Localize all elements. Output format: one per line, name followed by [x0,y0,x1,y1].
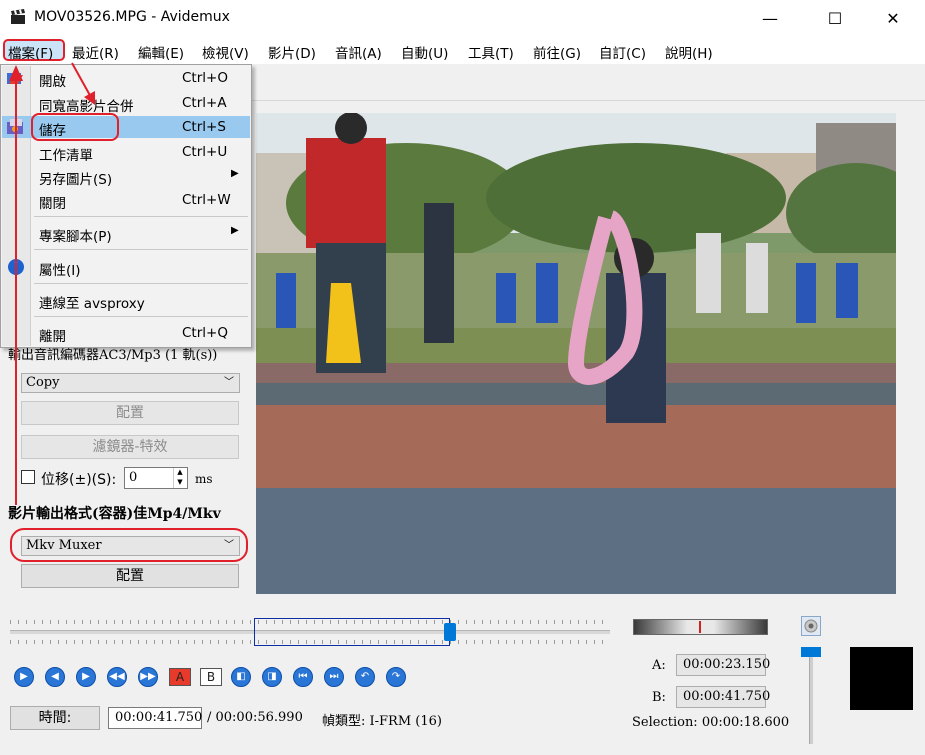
menu-bar: 檔案(F) 最近(R) 編輯(E) 檢視(V) 影片(D) 音訊(A) 自動(U… [0,38,925,64]
menu-auto[interactable]: 自動(U) [401,42,448,62]
menu-view[interactable]: 檢視(V) [202,42,249,62]
shift-unit: ms [195,472,213,486]
marker-b-label: B: [652,690,666,705]
container-value: Mkv Muxer [26,538,102,553]
back-60-icon[interactable]: ↶ [355,667,375,687]
spin-up-icon[interactable]: ▲ [173,468,186,478]
goto-marker-a-icon[interactable]: ◧ [231,667,251,687]
video-frame-image [256,113,896,594]
submenu-arrow-icon: ▶ [231,225,239,236]
spin-down-icon[interactable]: ▼ [173,478,186,488]
play-icon[interactable]: ▶ [14,667,34,687]
menu-go[interactable]: 前往(G) [533,42,581,62]
menu-help[interactable]: 說明(H) [665,42,713,62]
speaker-icon[interactable] [801,616,821,636]
marker-b-field[interactable]: 00:00:41.750 [676,686,770,708]
shift-value: 0 [129,470,138,485]
time-button[interactable]: 時間: [10,706,100,730]
current-time-field[interactable]: 00:00:41.750 [108,707,202,729]
volume-track[interactable] [809,648,813,744]
menu-item-shortcut: Ctrl+Q [182,325,228,341]
selection-duration: Selection: 00:00:18.600 [632,715,790,730]
chevron-down-icon: ﹀ [224,377,234,388]
menu-edit[interactable]: 編輯(E) [138,42,184,62]
title-bar: MOV03526.MPG - Avidemux — ☐ ✕ [0,0,925,38]
menu-item-shortcut: Ctrl+O [182,70,228,86]
jog-indicator [699,621,701,633]
menu-video[interactable]: 影片(D) [268,42,316,62]
jog-shuttle[interactable] [633,619,768,635]
menu-item-shortcut: Ctrl+W [182,192,231,208]
menu-item-shortcut: Ctrl+S [182,119,226,135]
minimize-button[interactable]: — [747,0,793,38]
forward-60-icon[interactable]: ↷ [386,667,406,687]
next-frame-icon[interactable]: ▶ [76,667,96,687]
set-marker-b-icon[interactable]: B [200,668,222,686]
marker-a-label: A: [652,658,666,673]
goto-marker-b-icon[interactable]: ◨ [262,667,282,687]
close-button[interactable]: ✕ [870,0,916,38]
chevron-down-icon: ﹀ [224,540,234,551]
clapperboard-icon [11,9,25,24]
submenu-arrow-icon: ▶ [231,168,239,179]
menu-audio[interactable]: 音訊(A) [335,42,382,62]
set-marker-a-icon[interactable]: A [169,668,191,686]
window-title: MOV03526.MPG - Avidemux [34,9,230,25]
previous-keyframe-icon[interactable]: ◀◀ [107,667,127,687]
container-select[interactable]: Mkv Muxer ﹀ [21,536,240,556]
audio-meter [850,647,913,710]
maximize-button[interactable]: ☐ [812,0,858,38]
goto-start-icon[interactable]: ⏮ [293,667,313,687]
selection-range [253,618,450,646]
previous-frame-icon[interactable]: ◀ [45,667,65,687]
volume-slider[interactable] [801,647,821,657]
goto-end-icon[interactable]: ⏭ [324,667,344,687]
shift-spinbox[interactable]: 0 ▲ ▼ [124,467,188,489]
playhead[interactable] [443,623,456,641]
menu-custom[interactable]: 自訂(C) [599,42,646,62]
menu-item-shortcut: Ctrl+U [182,144,228,160]
menu-item-shortcut: Ctrl+A [182,95,227,111]
total-time: / 00:00:56.990 [207,710,303,725]
container-configure-button[interactable]: 配置 [21,564,239,588]
frame-type: 幀類型: I-FRM (16) [322,714,442,729]
marker-a-field[interactable]: 00:00:23.150 [676,654,770,676]
next-keyframe-icon[interactable]: ▶▶ [138,667,158,687]
menu-tools[interactable]: 工具(T) [468,42,514,62]
video-preview [256,113,896,594]
annotation-arrows [9,62,95,505]
